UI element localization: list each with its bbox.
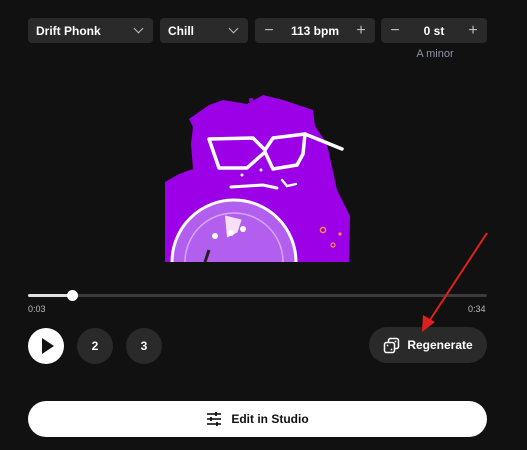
key-label: A minor bbox=[416, 48, 454, 60]
elapsed-time: 0:03 bbox=[28, 304, 46, 314]
dice-icon bbox=[384, 337, 400, 353]
tempo-value: 113 bpm bbox=[290, 23, 340, 38]
playback-progress bbox=[28, 294, 73, 297]
tempo-stepper: − 113 bpm + bbox=[255, 18, 375, 43]
edit-in-studio-label: Edit in Studio bbox=[231, 412, 309, 426]
play-icon bbox=[41, 338, 54, 354]
playback-timeline[interactable] bbox=[28, 290, 487, 301]
tempo-increase-button[interactable]: + bbox=[353, 22, 369, 39]
edit-in-studio-button[interactable]: Edit in Studio bbox=[28, 401, 487, 437]
genre-select-value: Drift Phonk bbox=[36, 23, 101, 38]
genre-select[interactable]: Drift Phonk bbox=[28, 18, 153, 43]
variation-2-button[interactable]: 2 bbox=[77, 328, 113, 364]
mood-select-value: Chill bbox=[168, 23, 194, 38]
regenerate-button[interactable]: Regenerate bbox=[369, 327, 487, 363]
playback-scrubber[interactable] bbox=[67, 290, 79, 301]
transpose-value: 0 st bbox=[423, 23, 445, 38]
sliders-icon bbox=[207, 412, 222, 426]
total-duration: 0:34 bbox=[468, 304, 486, 314]
transpose-stepper: − 0 st + bbox=[381, 18, 487, 43]
transpose-increase-button[interactable]: + bbox=[465, 22, 481, 39]
tempo-decrease-button[interactable]: − bbox=[261, 22, 277, 39]
play-button[interactable] bbox=[28, 328, 64, 364]
regenerate-label: Regenerate bbox=[407, 338, 473, 352]
mood-select[interactable]: Chill bbox=[160, 18, 248, 43]
chevron-down-icon bbox=[228, 23, 239, 34]
transpose-decrease-button[interactable]: − bbox=[387, 22, 403, 39]
chevron-down-icon bbox=[133, 23, 144, 34]
cover-art bbox=[165, 95, 350, 262]
variation-3-button[interactable]: 3 bbox=[126, 328, 162, 364]
